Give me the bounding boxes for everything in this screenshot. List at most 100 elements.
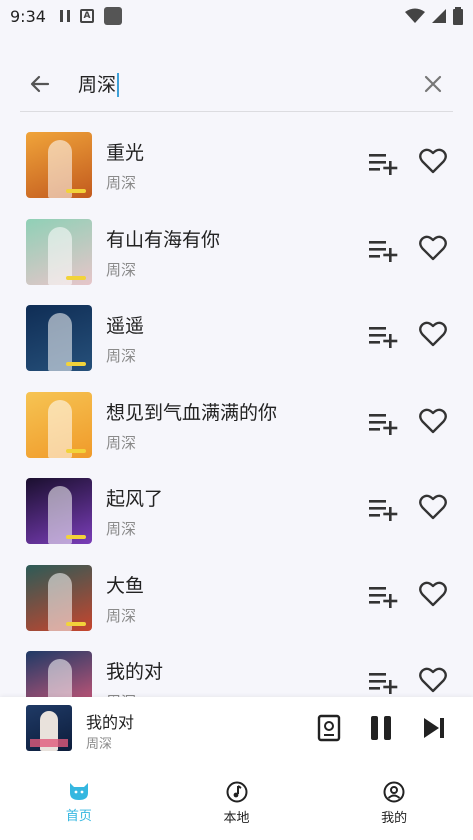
- add-to-playlist-button[interactable]: [369, 498, 399, 522]
- cover-accent-bar: [66, 362, 86, 366]
- heart-icon: [419, 408, 447, 433]
- wifi-icon: [405, 8, 425, 23]
- song-artist: 周深: [106, 520, 137, 538]
- playlist-add-icon: [369, 327, 398, 348]
- nav-local-label: 本地: [223, 811, 250, 826]
- song-row[interactable]: 重光 周深: [0, 118, 473, 204]
- playlist-add-icon: [369, 586, 398, 608]
- profile-icon: [383, 781, 405, 803]
- playlist-add-icon: [369, 240, 398, 262]
- heart-icon: [419, 321, 447, 347]
- battery-icon: [453, 7, 463, 25]
- heart-icon: [419, 235, 447, 260]
- song-cover[interactable]: [26, 132, 92, 198]
- cover-accent-bar: [66, 621, 86, 626]
- song-title: 重光: [106, 142, 145, 164]
- skip-next-icon: [424, 718, 444, 738]
- status-time: 9:34: [10, 6, 46, 26]
- playlist-add-icon: [369, 413, 398, 435]
- status-bar: 9:34 A: [0, 0, 473, 32]
- status-right: [405, 7, 463, 25]
- nav-mine[interactable]: 我的: [315, 763, 473, 840]
- nav-local[interactable]: 本地: [158, 763, 316, 840]
- nav-mine-label: 我的: [381, 811, 408, 826]
- pause-button[interactable]: [366, 713, 396, 743]
- favorite-button[interactable]: [419, 148, 447, 176]
- song-title: 想见到气血满满的你: [106, 401, 278, 424]
- a-icon: A: [79, 9, 94, 23]
- heart-icon: [419, 581, 447, 606]
- heart-icon: [419, 667, 447, 693]
- song-cover[interactable]: [26, 305, 92, 371]
- song-row[interactable]: 想见到气血满满的你周深: [0, 378, 473, 464]
- song-cover[interactable]: [26, 391, 92, 458]
- music-note-icon: [226, 781, 247, 803]
- favorite-button[interactable]: [419, 667, 447, 695]
- pause-icon: [371, 716, 391, 740]
- back-button[interactable]: [20, 64, 60, 104]
- song-title: 起风了: [106, 488, 164, 510]
- song-row[interactable]: 遥遥 周深: [0, 291, 473, 377]
- song-title: 遥遥: [106, 315, 145, 337]
- song-list: 重光周深有山有海有你周深遥遥周深想见到气血满满的你周深起风了周深大鱼周深我的对周…: [0, 118, 473, 698]
- cover-figure: [48, 659, 72, 698]
- song-row[interactable]: 我的对周深: [0, 637, 473, 698]
- favorite-button[interactable]: [419, 321, 447, 349]
- mini-player[interactable]: 我的对 周深: [0, 697, 473, 763]
- next-button[interactable]: [419, 713, 449, 743]
- song-cover[interactable]: [26, 218, 92, 285]
- arrow-left-icon: [30, 75, 50, 92]
- signal-icon: [432, 9, 446, 23]
- song-row[interactable]: 大鱼 周深: [0, 551, 473, 637]
- favorite-button[interactable]: [419, 235, 447, 263]
- mini-player-artist: 周深: [86, 737, 113, 752]
- pause-icon: [59, 10, 70, 22]
- cover-accent-bar: [66, 189, 86, 193]
- mini-player-title: 我的对: [86, 713, 135, 732]
- clear-search-button[interactable]: [413, 64, 453, 104]
- song-cover[interactable]: [26, 478, 92, 544]
- playlist-add-icon: [369, 154, 398, 175]
- song-cover[interactable]: [26, 651, 92, 698]
- text-caret: [117, 73, 120, 98]
- cover-accent-bar: [66, 448, 86, 453]
- song-cover[interactable]: [26, 564, 92, 631]
- song-artist: 周深: [106, 260, 137, 279]
- cover-accent: [30, 739, 68, 747]
- song-title: 我的对: [106, 661, 164, 683]
- heart-icon: [419, 148, 447, 174]
- favorite-button[interactable]: [419, 408, 447, 436]
- bottom-nav: 首页 本地 我的: [0, 763, 473, 840]
- song-artist: 周深: [106, 433, 137, 452]
- song-artist: 周深: [106, 174, 137, 192]
- search-input[interactable]: 周深: [78, 70, 120, 98]
- cover-accent-bar: [66, 535, 86, 539]
- heart-icon: [419, 494, 447, 520]
- playlist-add-icon: [369, 500, 398, 521]
- song-title: 有山有海有你: [106, 228, 221, 251]
- cat-icon: [69, 783, 88, 800]
- add-to-playlist-button[interactable]: [369, 325, 399, 349]
- favorite-button[interactable]: [419, 494, 447, 522]
- add-to-playlist-button[interactable]: [369, 239, 399, 263]
- nav-home[interactable]: 首页: [0, 763, 158, 840]
- song-title: 大鱼: [106, 574, 145, 597]
- close-icon: [424, 75, 442, 92]
- song-row[interactable]: 起风了 周深: [0, 464, 473, 550]
- lyrics-book-icon: [317, 714, 341, 742]
- playlist-add-icon: [369, 673, 398, 694]
- search-query: 周深: [78, 73, 117, 96]
- square-icon: [103, 7, 122, 25]
- search-bar: 周深: [20, 56, 453, 112]
- song-artist: 周深: [106, 347, 137, 365]
- song-artist: 周深: [106, 606, 137, 625]
- mini-player-cover[interactable]: [26, 705, 72, 751]
- lyrics-button[interactable]: [314, 713, 344, 743]
- add-to-playlist-button[interactable]: [369, 585, 399, 609]
- favorite-button[interactable]: [419, 581, 447, 609]
- add-to-playlist-button[interactable]: [369, 671, 399, 695]
- add-to-playlist-button[interactable]: [369, 152, 399, 176]
- add-to-playlist-button[interactable]: [369, 412, 399, 436]
- cover-accent-bar: [66, 275, 86, 280]
- song-row[interactable]: 有山有海有你 周深: [0, 205, 473, 291]
